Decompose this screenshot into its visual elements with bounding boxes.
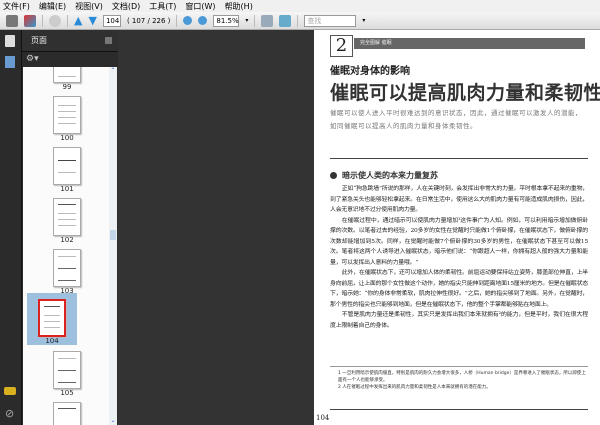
zoom-dropdown-icon[interactable]: ▾ <box>245 17 248 24</box>
menu-view[interactable]: 视图(V) <box>75 1 103 12</box>
page-thumbnail <box>53 67 81 83</box>
scroll-down-icon[interactable]: ⌄ <box>109 417 117 425</box>
page-thumbnail <box>53 249 81 287</box>
next-page-icon[interactable]: ▼ <box>88 14 96 27</box>
page-subtitle: 催眠对身体的影响 <box>330 66 410 77</box>
paragraph: 正如“狗急跳墙”所说的那样，人在关键时刻，会发挥出非常大的力量。平时根本拿不起来… <box>330 186 588 213</box>
navigation-icon-strip: ⊘ <box>0 30 22 425</box>
separator <box>42 14 43 27</box>
separator <box>297 14 299 27</box>
page-number: 104 <box>316 414 330 422</box>
footnotes: 1 一旦利用暗示使肌肉僵直，特别是肌肉的耐久力会增大很多，人桥（Human br… <box>338 370 588 391</box>
create-pdf-icon[interactable] <box>24 14 36 27</box>
page-thumbnail <box>53 147 81 185</box>
chapter-number: 2 <box>330 35 353 57</box>
print-icon[interactable] <box>6 14 18 27</box>
thumbnail-label: 100 <box>60 134 74 142</box>
footnote: 1 一旦利用暗示使肌肉僵直，特别是肌肉的耐久力会增大很多，人桥（Human br… <box>338 371 586 383</box>
panel-header: 页面 <box>22 30 118 52</box>
page-title: 催眠可以提高肌肉力量和柔韧性 <box>330 82 600 104</box>
fit-width-icon[interactable] <box>261 14 274 27</box>
document-viewport <box>118 30 314 425</box>
pages-panel: 页面 ⚙▾ 99 100 101 102 103 104 105 ⌃ ⌄ <box>22 30 118 425</box>
thumbnail-scrollbar[interactable]: ⌃ ⌄ <box>109 67 117 425</box>
thumbnail-103[interactable]: 103 <box>23 249 111 299</box>
scrollbar-thumb[interactable] <box>110 230 116 240</box>
search-dropdown-icon[interactable]: ▾ <box>362 17 365 24</box>
menu-document[interactable]: 文档(D) <box>112 1 140 12</box>
menu-file[interactable]: 文件(F) <box>3 1 30 12</box>
menu-tools[interactable]: 工具(T) <box>149 1 176 12</box>
paragraph: 在催眠过程中，通过暗示可以使肌肉力量增加¹这件事广为人知。例如，可以利用暗示增加… <box>330 217 588 266</box>
thumbnail-104-selected[interactable]: 104 <box>27 293 77 345</box>
comments-icon[interactable] <box>4 387 16 395</box>
zoom-input[interactable]: 81.5% <box>213 14 240 27</box>
page-count: ( 107 / 226 ) <box>126 16 171 25</box>
thumbnail-100[interactable]: 100 <box>23 96 111 146</box>
pages-icon[interactable] <box>5 35 15 47</box>
intro-text: 催眠可以使人进入平时很难达到的意识状态，因此，通过催眠可以激发人的潜能，如同催眠… <box>330 109 582 130</box>
thumbnail-label: 102 <box>60 236 74 244</box>
collaborate-icon[interactable] <box>49 14 61 27</box>
separator <box>67 14 68 27</box>
pdf-page: 2 完全图解 催眠 催眠对身体的影响 催眠可以提高肌肉力量和柔韧性 催眠可以使人… <box>314 30 600 425</box>
body-text: 正如“狗急跳墙”所说的那样，人在关键时刻，会发挥出非常大的力量。平时根本拿不起来… <box>330 184 588 331</box>
menu-window[interactable]: 窗口(W) <box>185 1 215 12</box>
thumbnail-101[interactable]: 101 <box>23 147 111 197</box>
page-thumbnail <box>38 299 66 337</box>
scroll-up-icon[interactable]: ⌃ <box>109 67 117 75</box>
thumbnail-label: 101 <box>60 185 74 193</box>
panel-collapse-icon[interactable] <box>105 37 112 44</box>
paragraph: 此外，在催眠状态下，还可以增加人体的柔韧性。前屈运动要保持站立姿势，膝盖部位伸直… <box>330 270 588 308</box>
footnote: 2 人在催眠过程中发挥出来的肌肉力量和柔韧性是人本来就拥有的潜在能力。 <box>338 385 491 390</box>
chapter-band: 完全图解 催眠 <box>354 38 585 49</box>
page-thumbnail <box>53 402 81 425</box>
bookmarks-icon[interactable] <box>5 56 15 68</box>
menu-help[interactable]: 帮助(H) <box>225 1 253 12</box>
thumbnail-label: 104 <box>45 337 59 345</box>
thumbnail-106[interactable] <box>23 402 111 425</box>
thumbnail-label: 105 <box>60 389 74 397</box>
separator <box>176 14 178 27</box>
toolbar: ▲ ▼ 104 ( 107 / 226 ) 81.5% ▾ 查找 ▾ <box>0 12 600 30</box>
options-gear-icon[interactable]: ⚙▾ <box>26 54 39 64</box>
footnote-divider <box>330 366 588 367</box>
page-thumbnail <box>53 198 81 236</box>
fit-page-icon[interactable] <box>279 14 292 27</box>
section-heading-text: 暗示使人类的本来力量复苏 <box>342 171 438 180</box>
menu-bar: 文件(F) 编辑(E) 视图(V) 文档(D) 工具(T) 窗口(W) 帮助(H… <box>0 0 600 12</box>
panel-title: 页面 <box>31 36 47 45</box>
thumbnail-99[interactable]: 99 <box>23 67 111 95</box>
page-thumbnail <box>53 351 81 389</box>
paragraph: 不管是肌肉力量还是柔韧性，其实只是发挥出我们本来就拥有²的能力，但是平时，我们在… <box>330 312 588 329</box>
panel-options: ⚙▾ <box>22 52 118 66</box>
divider <box>330 158 588 159</box>
page-number-input[interactable]: 104 <box>102 14 121 27</box>
menu-edit[interactable]: 编辑(E) <box>39 1 66 12</box>
thumbnail-102[interactable]: 102 <box>23 198 111 248</box>
separator <box>254 14 256 27</box>
thumbnail-list: 99 100 101 102 103 104 105 ⌃ ⌄ <box>23 67 117 425</box>
zoom-out-icon[interactable] <box>183 16 193 25</box>
thumbnail-105[interactable]: 105 <box>23 351 111 401</box>
attachments-icon[interactable]: ⊘ <box>5 408 14 420</box>
search-input[interactable]: 查找 <box>304 14 357 27</box>
section-heading: 暗示使人类的本来力量复苏 <box>330 170 438 181</box>
bullet-icon <box>330 172 337 179</box>
previous-page-icon[interactable]: ▲ <box>74 14 82 27</box>
zoom-in-icon[interactable] <box>198 16 208 25</box>
thumbnail-label: 99 <box>62 83 72 91</box>
bottom-divider <box>330 409 588 410</box>
page-thumbnail <box>53 96 81 134</box>
